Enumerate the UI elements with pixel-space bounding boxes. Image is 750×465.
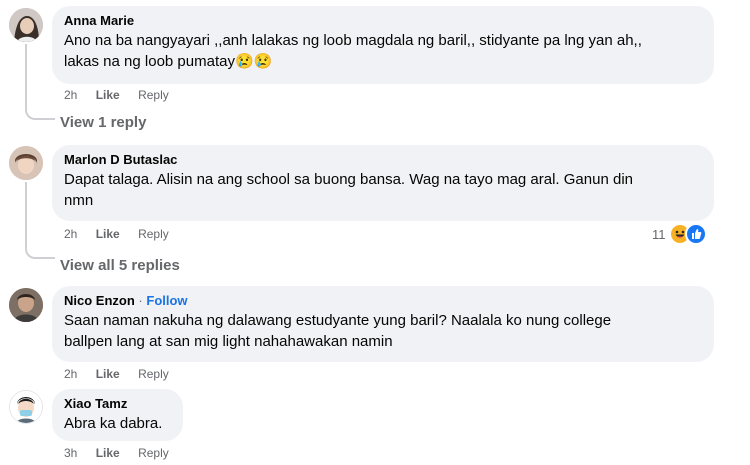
reaction-count: 11 xyxy=(652,226,666,242)
reply-button[interactable]: Reply xyxy=(138,367,169,381)
comment-actions: 2h Like Reply xyxy=(64,366,184,382)
comment-author[interactable]: Nico Enzon xyxy=(64,293,135,308)
comment-author-line: Nico Enzon · Follow xyxy=(64,293,702,309)
comment-time[interactable]: 3h xyxy=(64,446,77,460)
reaction-summary[interactable]: 11 xyxy=(652,223,707,245)
avatar[interactable] xyxy=(9,288,43,322)
avatar[interactable] xyxy=(9,146,43,180)
comment-text: Ano na ba nangyayari ,,anh lalakas ng lo… xyxy=(64,32,642,70)
comment-author[interactable]: Xiao Tamz xyxy=(64,396,171,412)
comment-author[interactable]: Anna Marie xyxy=(64,13,702,29)
like-button[interactable]: Like xyxy=(96,88,120,102)
avatar[interactable] xyxy=(9,8,43,42)
comment-time[interactable]: 2h xyxy=(64,367,77,381)
comment-bubble: Xiao Tamz Abra ka dabra. xyxy=(52,389,183,441)
like-button[interactable]: Like xyxy=(96,227,120,241)
avatar-photo-icon xyxy=(9,146,43,180)
comment-actions: 2h Like Reply xyxy=(64,87,184,103)
comment-text: Saan naman nakuha ng dalawang estudyante… xyxy=(64,312,612,350)
thread-connector xyxy=(25,44,27,106)
thread-connector xyxy=(25,106,55,120)
thread-connector xyxy=(25,245,55,259)
avatar-photo-icon xyxy=(10,391,42,423)
comment-time[interactable]: 2h xyxy=(64,227,77,241)
avatar-photo-icon xyxy=(9,288,43,322)
comment-time[interactable]: 2h xyxy=(64,88,77,102)
thread-connector xyxy=(25,182,27,245)
reply-button[interactable]: Reply xyxy=(138,446,169,460)
comment-text: Abra ka dabra. xyxy=(64,415,163,432)
avatar-photo-icon xyxy=(9,8,43,42)
separator-dot: · xyxy=(138,293,143,308)
like-button[interactable]: Like xyxy=(96,446,120,460)
like-button[interactable]: Like xyxy=(96,367,120,381)
reply-button[interactable]: Reply xyxy=(138,88,169,102)
comment-actions: 2h Like Reply xyxy=(64,226,184,242)
comment-bubble: Nico Enzon · Follow Saan naman nakuha ng… xyxy=(52,286,714,362)
comment-text: Dapat talaga. Alisin na ang school sa bu… xyxy=(64,171,633,209)
comment-bubble: Marlon D Butaslac Dapat talaga. Alisin n… xyxy=(52,145,714,221)
view-replies-link[interactable]: View 1 reply xyxy=(60,113,146,133)
view-replies-link[interactable]: View all 5 replies xyxy=(60,256,180,276)
comment-author[interactable]: Marlon D Butaslac xyxy=(64,152,702,168)
comment-bubble: Anna Marie Ano na ba nangyayari ,,anh la… xyxy=(52,6,714,84)
comment-actions: 3h Like Reply xyxy=(64,445,184,461)
follow-button[interactable]: Follow xyxy=(146,293,187,308)
reply-button[interactable]: Reply xyxy=(138,227,169,241)
like-icon xyxy=(684,223,707,245)
avatar[interactable] xyxy=(9,390,43,424)
